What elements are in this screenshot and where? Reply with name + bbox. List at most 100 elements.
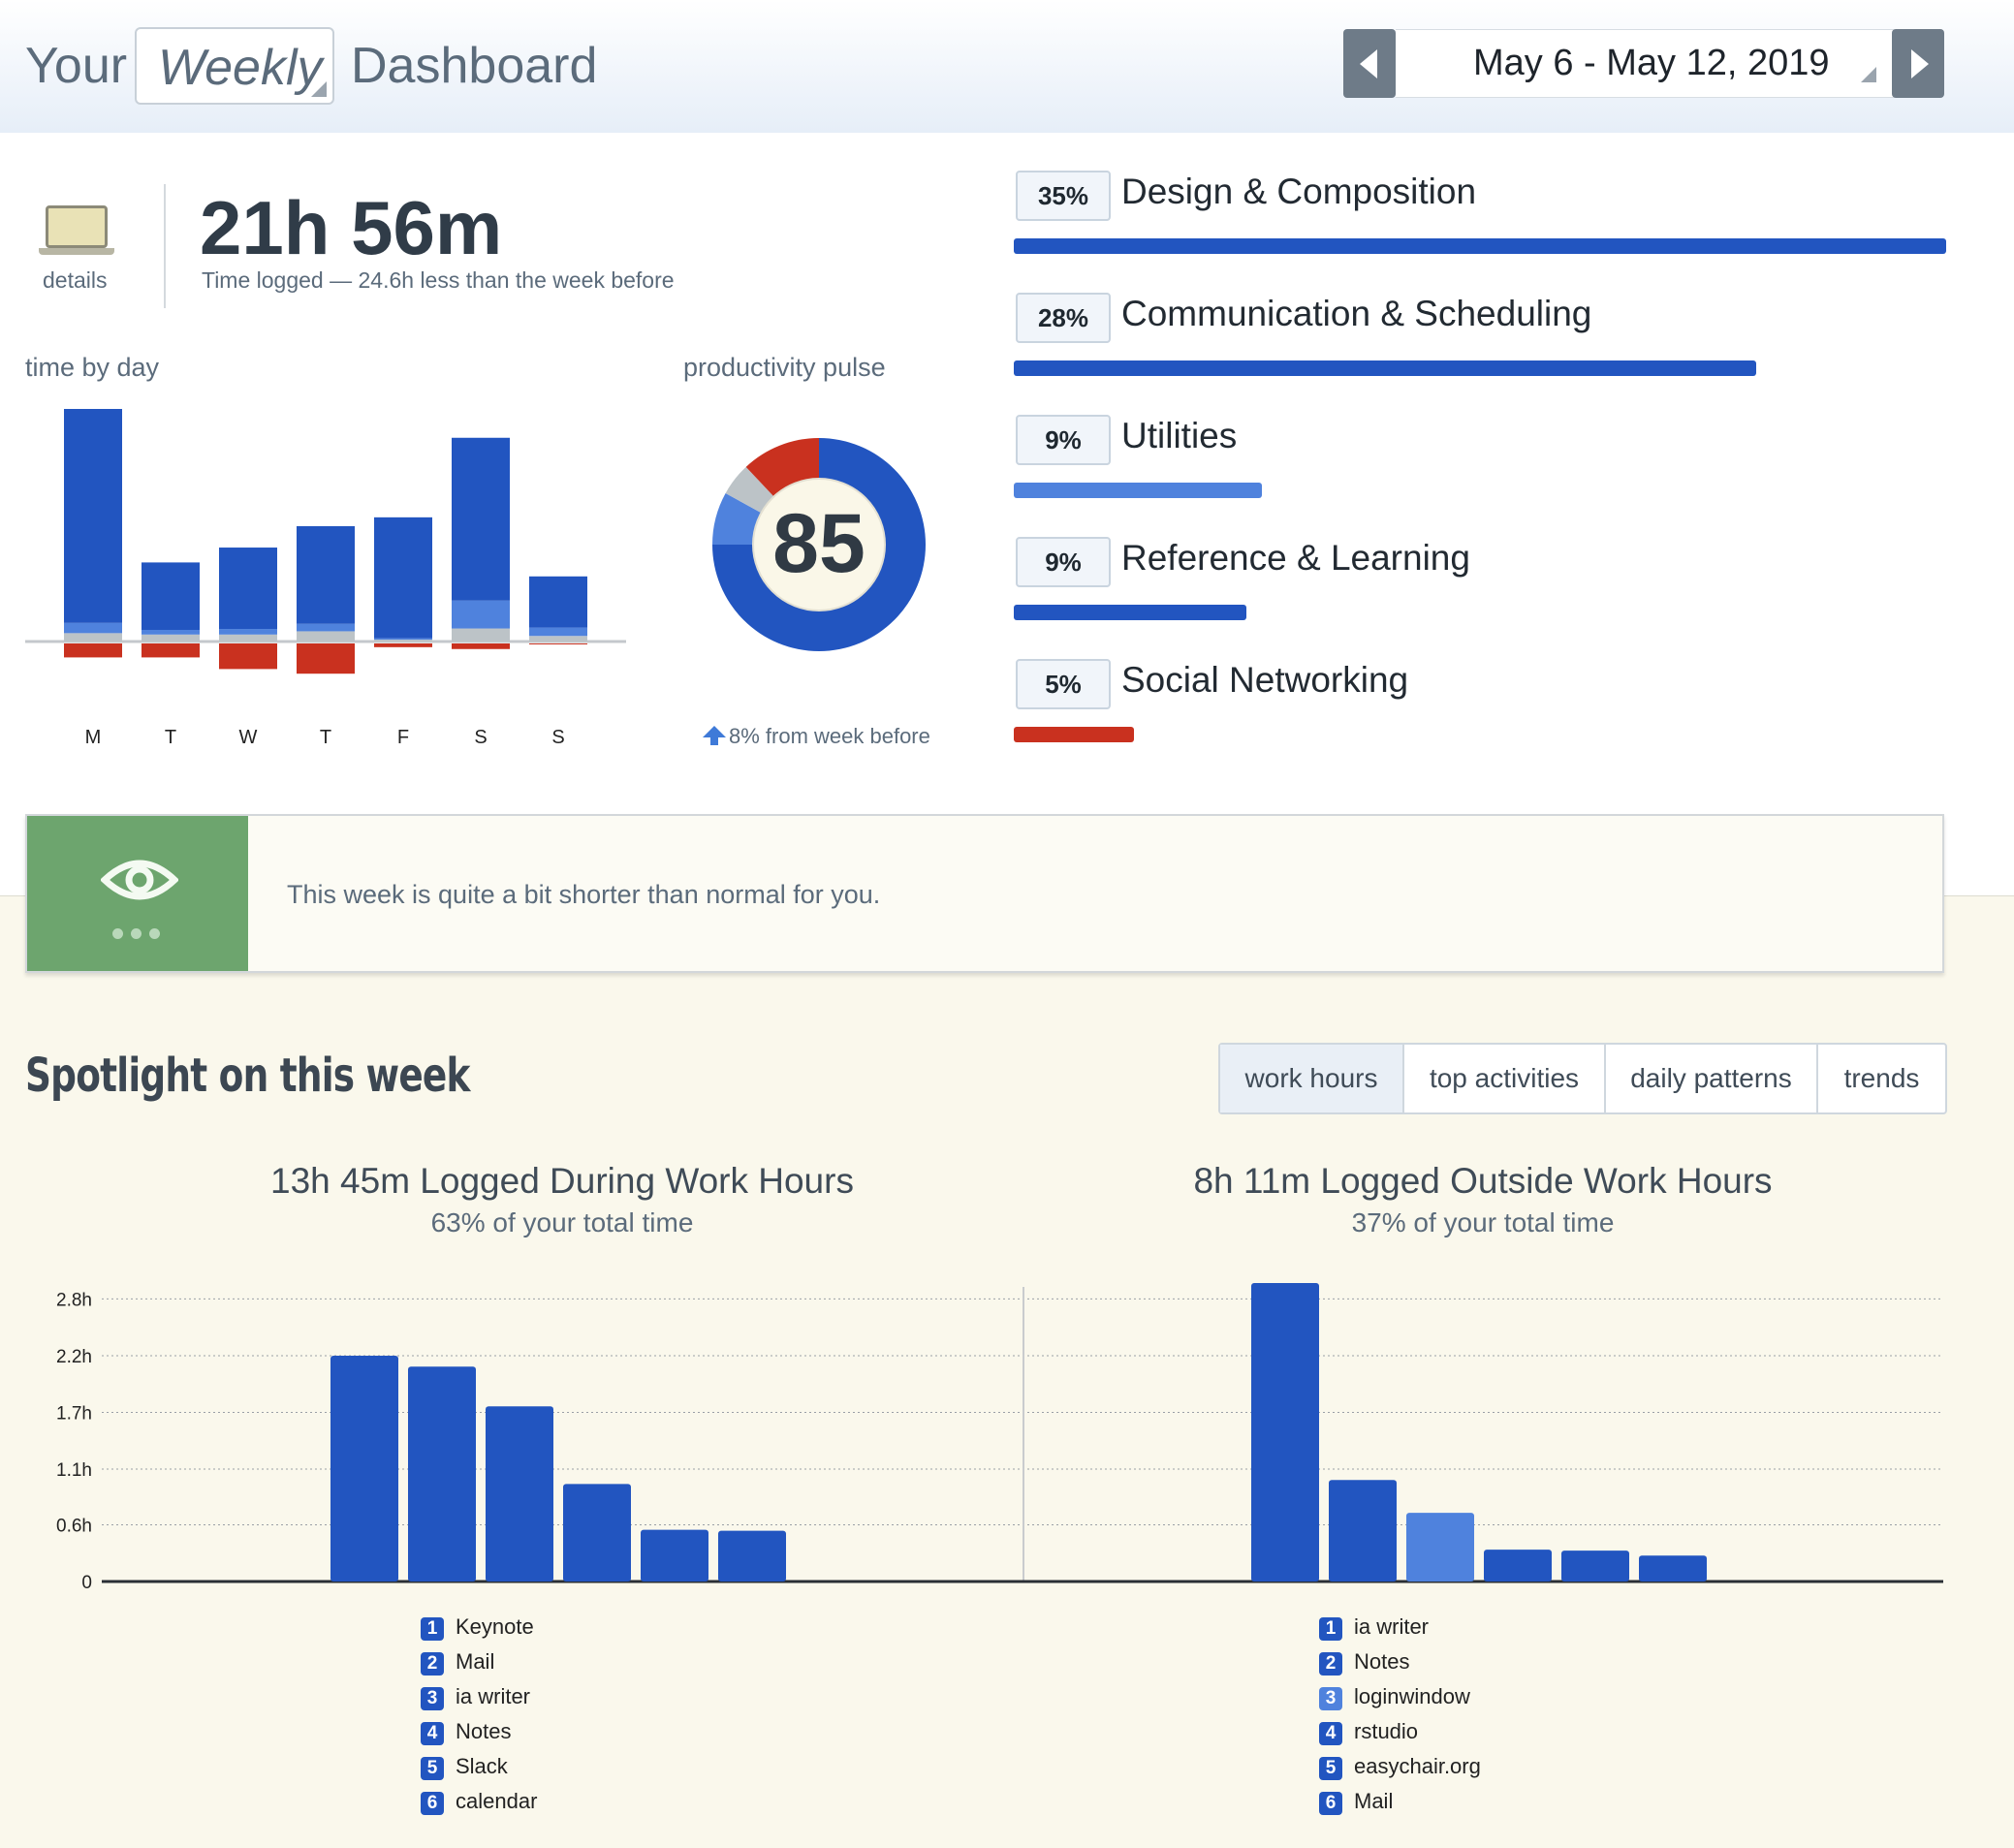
activity-bar[interactable]: [1251, 1283, 1319, 1582]
legend-label: Mail: [456, 1649, 495, 1674]
activity-bar[interactable]: [1484, 1550, 1552, 1582]
day-label: S: [474, 727, 488, 748]
legend-number-badge: 1: [421, 1617, 444, 1641]
category-bar: [1014, 238, 1946, 254]
header-word-your: Your: [25, 38, 128, 94]
legend-label: calendar: [456, 1789, 538, 1813]
tab-daily-patterns[interactable]: daily patterns: [1606, 1045, 1818, 1112]
category-bar: [1014, 605, 1246, 620]
legend-item[interactable]: 1 Keynote: [421, 1613, 534, 1642]
day-bar-segment[interactable]: [374, 640, 432, 642]
day-bar-segment[interactable]: [219, 548, 277, 630]
work-hours-chart: 0 0.6h 1.1h 1.7h 2.2h 2.8h: [56, 1283, 1943, 1593]
legend-number-badge: 6: [421, 1792, 444, 1815]
total-time: 21h 56m: [200, 185, 503, 270]
activity-bar[interactable]: [408, 1366, 476, 1582]
legend-item[interactable]: 3 loginwindow: [1319, 1682, 1470, 1711]
legend-item[interactable]: 5 easychair.org: [1319, 1752, 1481, 1781]
work-hours-subtitle: 63% of your total time: [430, 1207, 694, 1237]
category-bar: [1014, 360, 1756, 376]
category-name: Communication & Scheduling: [1121, 294, 1592, 333]
day-bar-segment[interactable]: [452, 628, 510, 642]
day-bar-distracting[interactable]: [64, 643, 122, 658]
date-range-value: May 6 - May 12, 2019: [1473, 43, 1830, 83]
legend-item[interactable]: 5 Slack: [421, 1752, 508, 1781]
day-bar-segment[interactable]: [297, 623, 355, 632]
legend-item[interactable]: 4 Notes: [421, 1717, 511, 1746]
chevron-left-icon: [1360, 49, 1377, 78]
period-select[interactable]: Weekly: [135, 27, 334, 105]
day-bar-distracting[interactable]: [529, 643, 587, 644]
legend-number-badge: 4: [1319, 1722, 1342, 1745]
activity-bar[interactable]: [1329, 1480, 1397, 1582]
day-bar-segment[interactable]: [374, 517, 432, 639]
productivity-pulse-label: productivity pulse: [683, 353, 886, 382]
activity-bar[interactable]: [718, 1530, 786, 1582]
y-tick-label: 2.8h: [56, 1290, 92, 1310]
tab-work-hours[interactable]: work hours: [1220, 1045, 1404, 1112]
arrow-up-icon-stem: [710, 736, 718, 745]
legend-item[interactable]: 2 Notes: [1319, 1647, 1409, 1676]
outside-hours-subtitle: 37% of your total time: [1351, 1207, 1615, 1237]
legend-number-badge: 5: [1319, 1757, 1342, 1780]
day-bar-segment[interactable]: [452, 437, 510, 601]
category-percent: 9%: [1016, 415, 1111, 465]
day-bar-segment[interactable]: [64, 633, 122, 642]
day-bar-segment[interactable]: [142, 562, 200, 630]
legend-number-badge: 4: [421, 1722, 444, 1745]
laptop-icon: [46, 205, 108, 248]
day-bar-distracting[interactable]: [297, 643, 355, 674]
legend-item[interactable]: 4 rstudio: [1319, 1717, 1418, 1746]
legend-item[interactable]: 3 ia writer: [421, 1682, 530, 1711]
legend-item[interactable]: 6 Mail: [1319, 1787, 1393, 1816]
legend-label: easychair.org: [1354, 1754, 1481, 1778]
legend-label: Slack: [456, 1754, 508, 1778]
legend-number-badge: 5: [421, 1757, 444, 1780]
tab-top-activities[interactable]: top activities: [1404, 1045, 1606, 1112]
day-bar-segment[interactable]: [452, 600, 510, 629]
category-bar: [1014, 727, 1134, 742]
day-bar-distracting[interactable]: [142, 643, 200, 658]
legend-item[interactable]: 2 Mail: [421, 1647, 494, 1676]
laptop-icon-base: [39, 248, 114, 255]
day-bar-segment[interactable]: [297, 525, 355, 624]
y-tick-label: 1.7h: [56, 1403, 92, 1424]
day-label: W: [238, 727, 258, 748]
day-bar-segment[interactable]: [374, 638, 432, 641]
day-bar-distracting[interactable]: [219, 643, 277, 670]
day-bar-segment[interactable]: [219, 629, 277, 635]
activity-bar[interactable]: [1406, 1513, 1474, 1582]
day-bar-segment[interactable]: [529, 576, 587, 628]
legend-number-badge: 3: [1319, 1687, 1342, 1710]
day-bar-segment[interactable]: [64, 409, 122, 623]
activity-bar[interactable]: [1561, 1550, 1629, 1582]
insight-notice: This week is quite a bit shorter than no…: [25, 814, 1944, 973]
day-label: T: [319, 727, 332, 748]
day-bar-segment[interactable]: [142, 634, 200, 642]
legend-number-badge: 3: [421, 1687, 444, 1710]
category-name: Utilities: [1121, 416, 1238, 455]
tab-trends[interactable]: trends: [1818, 1045, 1945, 1112]
day-bar-segment[interactable]: [297, 631, 355, 642]
activity-bar[interactable]: [641, 1529, 708, 1582]
day-bar-segment[interactable]: [142, 630, 200, 635]
day-bar-segment[interactable]: [219, 634, 277, 642]
dot-icon: [131, 928, 142, 939]
legend-item[interactable]: 1 ia writer: [1319, 1613, 1429, 1642]
header-word-dashboard: Dashboard: [351, 38, 598, 94]
activity-bar[interactable]: [563, 1484, 631, 1582]
previous-week-button[interactable]: [1343, 29, 1396, 98]
divider: [164, 184, 166, 308]
day-bar-segment[interactable]: [529, 627, 587, 637]
day-bar-segment[interactable]: [64, 622, 122, 634]
activity-bar[interactable]: [330, 1355, 398, 1582]
day-bar-distracting[interactable]: [452, 643, 510, 649]
day-bar-distracting[interactable]: [374, 643, 432, 647]
activity-bar[interactable]: [486, 1406, 553, 1582]
legend-item[interactable]: 6 calendar: [421, 1787, 537, 1816]
next-week-button[interactable]: [1892, 29, 1944, 98]
date-range-select[interactable]: May 6 - May 12, 2019: [1396, 29, 1894, 98]
activity-bar[interactable]: [1639, 1555, 1707, 1582]
day-bar-segment[interactable]: [529, 636, 587, 642]
legend-label: ia writer: [456, 1684, 531, 1708]
